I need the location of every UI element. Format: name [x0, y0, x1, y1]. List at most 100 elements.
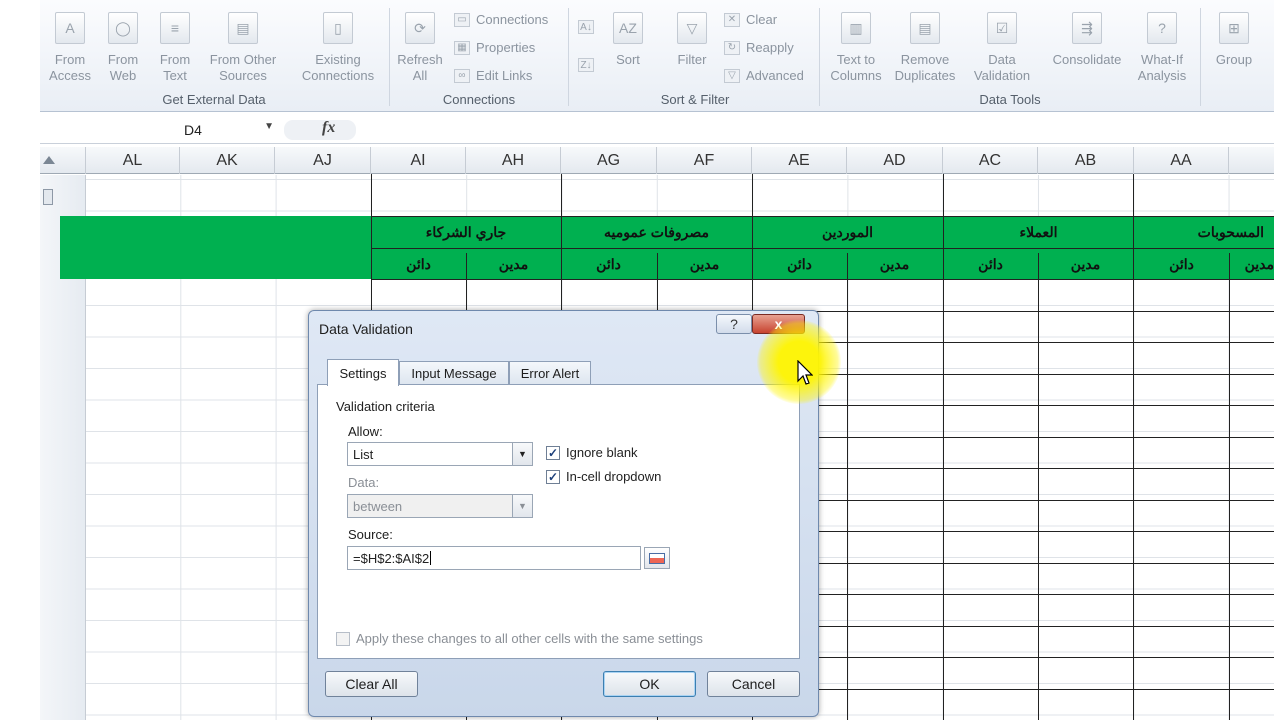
- column-header[interactable]: AG: [561, 147, 657, 174]
- range-select-icon: [649, 552, 665, 564]
- ok-button[interactable]: OK: [603, 671, 696, 697]
- column-header[interactable]: AA: [1134, 147, 1229, 174]
- group-label-sort-filter: Sort & Filter: [660, 92, 730, 107]
- sort-z-a-button[interactable]: Z↓: [578, 58, 594, 72]
- account-header: الموردين: [821, 223, 874, 240]
- screen-edge-left: [0, 0, 40, 720]
- credit-label: دائن: [787, 255, 812, 272]
- text-to-columns-icon: ▥: [841, 12, 871, 44]
- data-select: between ▼: [347, 494, 533, 518]
- column-header[interactable]: AD: [847, 147, 943, 174]
- allow-label: Allow:: [348, 424, 383, 439]
- tab-input-message[interactable]: Input Message: [399, 361, 509, 385]
- text-caret: [430, 551, 432, 565]
- name-box[interactable]: D4 ▼: [108, 120, 278, 140]
- mouse-pointer-icon: [797, 359, 814, 389]
- credit-label: دائن: [978, 255, 1003, 272]
- data-validation-button[interactable]: ☑ Data Validation: [964, 12, 1040, 84]
- column-header[interactable]: AF: [657, 147, 752, 174]
- data-label: Data:: [348, 475, 380, 490]
- checkmark-icon: ✓: [546, 469, 560, 484]
- clear-all-button[interactable]: Clear All: [325, 671, 418, 697]
- dialog-title: Data Validation: [319, 321, 413, 337]
- apply-all-checkbox: Apply these changes to all other cells w…: [336, 631, 703, 646]
- account-header: جاري الشركاء: [425, 223, 507, 240]
- link-icon: ∞: [454, 68, 470, 83]
- sort-button[interactable]: AZ Sort: [606, 12, 650, 68]
- formula-input[interactable]: [350, 120, 1250, 140]
- clear-filter-icon: ✕: [724, 12, 740, 27]
- insert-function-icon[interactable]: fx: [322, 119, 335, 137]
- debit-label: مدين: [689, 255, 720, 272]
- section-title: Validation criteria: [336, 399, 435, 414]
- edit-links-button[interactable]: ∞ Edit Links: [454, 68, 532, 83]
- column-header[interactable]: AL: [86, 147, 180, 174]
- sort-a-z-button[interactable]: A↓: [578, 20, 594, 34]
- account-header: مصروفات عموميه: [603, 223, 710, 240]
- reapply-button[interactable]: ↻ Reapply: [724, 40, 794, 55]
- column-header[interactable]: AB: [1038, 147, 1134, 174]
- credit-label: دائن: [1169, 255, 1194, 272]
- data-validation-icon: ☑: [987, 12, 1017, 44]
- advanced-button[interactable]: ▽ Advanced: [724, 68, 804, 83]
- chevron-down-icon: ▼: [512, 495, 532, 517]
- group-icon: ⊞: [1219, 12, 1249, 44]
- tab-error-alert[interactable]: Error Alert: [509, 361, 591, 385]
- chevron-down-icon[interactable]: ▼: [512, 443, 532, 465]
- column-header[interactable]: AH: [466, 147, 561, 174]
- column-header[interactable]: AE: [752, 147, 847, 174]
- refresh-all-button[interactable]: ⟳ Refresh All: [392, 12, 448, 84]
- from-other-sources-button[interactable]: ▤ From Other Sources: [200, 12, 286, 84]
- group-separator: [568, 8, 569, 106]
- credit-label: دائن: [406, 255, 431, 272]
- column-header[interactable]: AC: [943, 147, 1038, 174]
- text-to-columns-button[interactable]: ▥ Text to Columns: [826, 12, 886, 84]
- split-handle-icon[interactable]: [43, 189, 53, 205]
- account-header: العملاء: [1019, 223, 1058, 240]
- column-header[interactable]: AK: [180, 147, 275, 174]
- database-icon: ▤: [228, 12, 258, 44]
- remove-duplicates-button[interactable]: ▤ Remove Duplicates: [892, 12, 958, 84]
- refresh-icon: ⟳: [405, 12, 435, 44]
- ignore-blank-checkbox[interactable]: ✓ Ignore blank: [546, 445, 638, 460]
- reapply-icon: ↻: [724, 40, 740, 55]
- debit-label: مدين: [498, 255, 529, 272]
- debit-label: مدين: [1244, 255, 1274, 272]
- credit-label: دائن: [596, 255, 621, 272]
- column-header[interactable]: AJ: [275, 147, 371, 174]
- connections-button[interactable]: ▭ Connections: [454, 12, 548, 27]
- formula-separator: [284, 120, 356, 140]
- in-cell-dropdown-checkbox[interactable]: ✓ In-cell dropdown: [546, 469, 661, 484]
- help-button[interactable]: ?: [716, 314, 752, 334]
- properties-button[interactable]: ▦ Properties: [454, 40, 535, 55]
- column-header[interactable]: AI: [371, 147, 466, 174]
- cancel-button[interactable]: Cancel: [707, 671, 800, 697]
- filter-icon: ▽: [677, 12, 707, 44]
- what-if-analysis-button[interactable]: ? What-If Analysis: [1130, 12, 1194, 84]
- clear-button[interactable]: ✕ Clear: [724, 12, 777, 27]
- screen-edge-right: [1274, 0, 1280, 720]
- debit-label: مدين: [879, 255, 910, 272]
- select-all-corner[interactable]: [40, 147, 86, 174]
- from-web-button[interactable]: ◯ From Web: [98, 12, 148, 84]
- group-button[interactable]: ⊞ Group: [1208, 12, 1260, 68]
- checkbox-icon: [336, 631, 350, 646]
- allow-select[interactable]: List ▼: [347, 442, 533, 466]
- from-access-button[interactable]: A From Access: [42, 12, 98, 84]
- column-headers: AL AK AJ AI AH AG AF AE AD AC AB AA: [40, 147, 1274, 174]
- consolidate-button[interactable]: ⇶ Consolidate: [1044, 12, 1130, 68]
- settings-panel: Validation criteria Allow: List ▼ ✓ Ignor…: [317, 384, 800, 659]
- from-text-button[interactable]: ≡ From Text: [150, 12, 200, 84]
- sort-icon: AZ: [613, 12, 643, 44]
- account-header: المسحوبات: [1197, 223, 1264, 240]
- text-file-icon: ≡: [160, 12, 190, 44]
- tab-settings[interactable]: Settings: [327, 359, 399, 386]
- source-input[interactable]: =$H$2:$AI$2: [347, 546, 641, 570]
- filter-button[interactable]: ▽ Filter: [668, 12, 716, 68]
- collapse-dialog-button[interactable]: [644, 547, 670, 569]
- chevron-down-icon[interactable]: ▼: [264, 121, 274, 132]
- sort-ascending-icon: A↓: [578, 20, 594, 34]
- connections-icon: ▭: [454, 12, 470, 27]
- what-if-icon: ?: [1147, 12, 1177, 44]
- existing-connections-button[interactable]: ▯ Existing Connections: [288, 12, 388, 84]
